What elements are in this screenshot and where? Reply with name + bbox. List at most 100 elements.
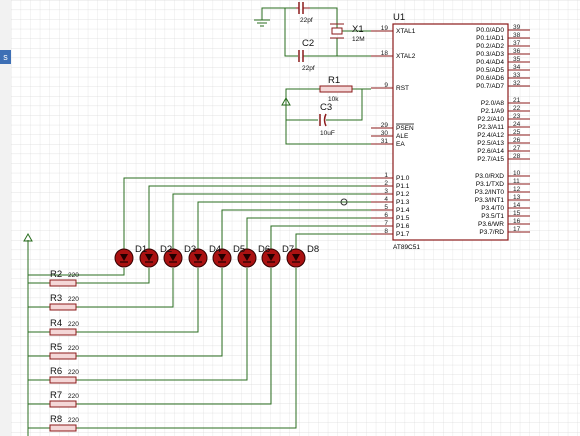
mcu-pin-label: P3.4/T0 <box>481 205 504 212</box>
mcu-pin-label: P3.7/RD <box>479 229 504 236</box>
mcu-pin-label: P1.6 <box>396 223 410 230</box>
c3-ref: C3 <box>320 102 332 113</box>
mcu-pin-number: 21 <box>513 97 521 104</box>
mcu-pin-label: PSEN <box>396 125 414 132</box>
resistor-ref: R4 <box>50 318 62 329</box>
mcu-pin-number: 1 <box>384 172 388 179</box>
mcu-pin-number: 15 <box>513 210 521 217</box>
mcu-pin-label: P2.0/A8 <box>481 100 505 107</box>
resistor-value: 220 <box>68 369 79 376</box>
mcu-pin-number: 14 <box>513 202 521 209</box>
resistor-R2 <box>49 279 77 287</box>
mcu-pin-label: P2.4/A12 <box>477 132 504 139</box>
resistor-ref: R5 <box>50 342 62 353</box>
schematic-sheet[interactable]: U1 AT89C51 19 XTAL1 18 XTAL2 9 RST 29 PSEN 30 ALE 31… <box>11 0 580 436</box>
mcu-pin-label: P0.0/AD0 <box>476 27 504 34</box>
mcu-pin-label: P3.2/INT0 <box>475 189 505 196</box>
mcu-pin-number: 6 <box>384 212 388 219</box>
mcu-pin-label: P0.1/AD1 <box>476 35 504 42</box>
mcu-pin-number: 22 <box>513 105 521 112</box>
mcu-pin-number: 2 <box>384 180 388 187</box>
led-1 <box>114 248 134 268</box>
mcu-pin-number: 8 <box>384 228 388 235</box>
mcu-pin-label: P0.5/AD5 <box>476 67 504 74</box>
mcu-pin-label: P0.6/AD6 <box>476 75 504 82</box>
resistor-value: 220 <box>68 296 79 303</box>
mcu-pin-number: 19 <box>381 25 389 32</box>
mcu-pin-label: P0.2/AD2 <box>476 43 504 50</box>
mcu-pin-label: P2.6/A14 <box>477 148 504 155</box>
resistor-value: 220 <box>68 272 79 279</box>
resistor-value: 220 <box>68 393 79 400</box>
left-panel-tab-label: s <box>3 52 8 62</box>
mcu-pin-number: 31 <box>381 138 389 145</box>
r1-ref: R1 <box>328 75 340 86</box>
c1-value: 22pf <box>300 17 313 24</box>
mcu-pin-label: P1.5 <box>396 215 410 222</box>
resistor-value: 220 <box>68 321 79 328</box>
mcu-pin-label: P1.7 <box>396 231 410 238</box>
mcu-pin-number: 29 <box>381 122 389 129</box>
mcu-pin-number: 27 <box>513 145 521 152</box>
mcu-pin-number: 38 <box>513 32 521 39</box>
mcu-pin-number: 7 <box>384 220 388 227</box>
crystal-ref: X1 <box>352 24 364 35</box>
led-ref: D4 <box>209 244 221 255</box>
resistor-ref: R2 <box>50 269 62 280</box>
mcu-pin-number: 39 <box>513 24 521 31</box>
mcu-pin-label: RST <box>396 85 409 92</box>
mcu-pin-number: 24 <box>513 121 521 128</box>
mcu-ref-label: U1 <box>393 12 405 23</box>
mcu-pin-label: P2.5/A13 <box>477 140 504 147</box>
crystal-value: 12M <box>352 36 365 43</box>
resistor-value: 220 <box>68 345 79 352</box>
mcu-pin-label: XTAL2 <box>396 53 416 60</box>
mcu-pin-label: P0.4/AD4 <box>476 59 504 66</box>
mcu-pin-number: 25 <box>513 129 521 136</box>
resistor-ref: R6 <box>50 366 62 377</box>
crystal-body <box>331 27 343 35</box>
mcu-part-label: AT89C51 <box>393 244 420 251</box>
resistor-R7 <box>49 400 77 408</box>
led-ref: D5 <box>233 244 245 255</box>
mcu-pin-label: P0.3/AD3 <box>476 51 504 58</box>
mcu-pin-label: P3.1/TXD <box>476 181 504 188</box>
schematic-canvas[interactable]: U1AT89C5119 XTAL118 XTAL29 RST29 PSEN30 ALE31… <box>11 0 580 436</box>
resistor-R8 <box>49 424 77 432</box>
left-panel-tab[interactable]: s <box>0 50 11 64</box>
mcu-pin-number: 5 <box>384 204 388 211</box>
mcu-pin-number: 13 <box>513 194 521 201</box>
mcu-pin-label: P1.1 <box>396 183 410 190</box>
mcu-pin-number: 11 <box>513 178 520 185</box>
mcu-pin-label: P3.0/RXD <box>475 173 504 180</box>
mcu-pin-label: P2.2/A10 <box>477 116 504 123</box>
mcu-pin-number: 4 <box>384 196 388 203</box>
resistor-value: 220 <box>68 417 79 424</box>
c2-value: 22pf <box>302 65 315 72</box>
c2-ref: C2 <box>302 38 314 49</box>
mcu-pin-number: 18 <box>381 50 389 57</box>
left-dock-panel: s <box>0 0 12 436</box>
led-ref: D6 <box>258 244 270 255</box>
mcu-pin-number: 26 <box>513 137 521 144</box>
resistor-ref: R7 <box>50 390 62 401</box>
mcu-pin-label: P2.1/A9 <box>481 108 505 115</box>
resistor-ref: R3 <box>50 293 62 304</box>
mcu-pin-number: 36 <box>513 48 521 55</box>
mcu-pin-number: 35 <box>513 56 521 63</box>
r1-body <box>319 85 353 93</box>
proteus-workspace: s U1 AT89C51 19 XTAL1 18 XTAL2 9 RST 29 PSEN 30 ALE… <box>0 0 580 436</box>
c3-value: 10uF <box>320 130 335 137</box>
mcu-pin-number: 23 <box>513 113 521 120</box>
mcu-pin-label: P1.0 <box>396 175 410 182</box>
mcu-pin-number: 16 <box>513 218 521 225</box>
mcu-pin-label: ALE <box>396 133 409 140</box>
mcu-pin-number: 10 <box>513 170 521 177</box>
mcu-pin-number: 3 <box>384 188 388 195</box>
mcu-pin-number: 34 <box>513 64 521 71</box>
mcu-pin-label: P0.7/AD7 <box>476 83 504 90</box>
mcu-pin-number: 28 <box>513 153 521 160</box>
led-ref: D1 <box>135 244 147 255</box>
resistor-R3 <box>49 303 77 311</box>
mcu-pin-label: P3.6/WR <box>478 221 504 228</box>
